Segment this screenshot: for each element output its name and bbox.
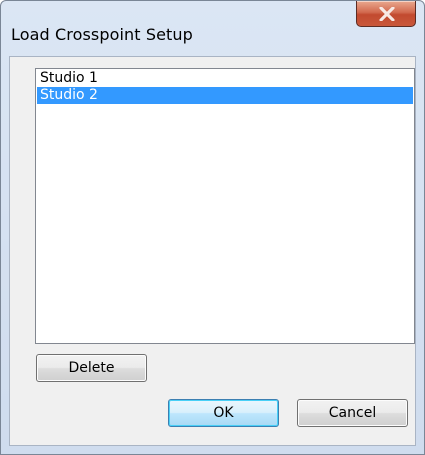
list-item-studio-1[interactable]: Studio 1 [37, 70, 413, 87]
delete-button[interactable]: Delete [36, 354, 147, 382]
crosspoint-setup-list[interactable]: Studio 1 Studio 2 [35, 68, 415, 344]
cancel-button[interactable]: Cancel [297, 399, 408, 427]
close-icon [379, 7, 395, 21]
dialog-window: Load Crosspoint Setup Studio 1 Studio 2 … [0, 0, 425, 455]
ok-button[interactable]: OK [168, 399, 279, 427]
window-title: Load Crosspoint Setup [11, 25, 193, 44]
dialog-body: Studio 1 Studio 2 Delete OK Cancel [9, 56, 416, 446]
close-button[interactable] [356, 1, 416, 27]
list-item-studio-2[interactable]: Studio 2 [37, 87, 413, 104]
title-bar[interactable]: Load Crosspoint Setup [1, 1, 424, 57]
